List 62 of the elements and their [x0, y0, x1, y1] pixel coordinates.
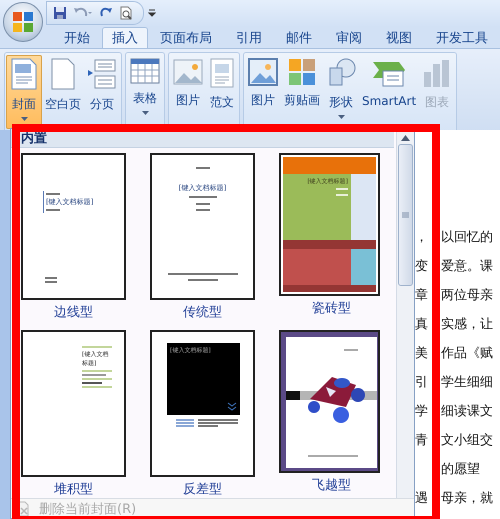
document-text: 变 — [415, 258, 429, 276]
document-text: 青 — [415, 432, 429, 450]
picture-icon — [248, 58, 278, 86]
document-text: 学生细细 — [441, 374, 493, 392]
ribbon-tab[interactable]: 引用 — [224, 27, 274, 48]
ribbon-button[interactable]: 形状 — [323, 55, 359, 129]
save-icon[interactable] — [53, 6, 67, 20]
clip-art-icon — [288, 58, 316, 86]
ribbon-tab[interactable]: 开发工具 — [424, 27, 500, 48]
ribbon-button[interactable]: 范文 — [206, 55, 238, 129]
document-text: 真 — [415, 316, 429, 334]
document-text: 学 — [415, 403, 429, 421]
office-logo-icon — [12, 11, 34, 33]
gallery-item-label: 堆积型 — [53, 481, 94, 498]
document-text: 章 — [415, 287, 429, 305]
page-break-icon — [87, 58, 117, 90]
chevron-icon — [227, 402, 237, 412]
print-preview-icon[interactable] — [119, 6, 133, 20]
document-text: 以回忆的 — [441, 229, 493, 247]
document-text: 遇 — [415, 490, 429, 508]
document-text: 的愿望 — [441, 461, 480, 479]
ribbon-button[interactable]: 封面 — [6, 55, 42, 129]
document-text: 引 — [415, 374, 429, 392]
document-text: 爱意。课 — [441, 258, 493, 276]
document-picture-icon — [209, 58, 235, 88]
document-text: 作品《赋 — [441, 345, 493, 363]
gallery-item[interactable]: 飞越型 — [279, 330, 397, 498]
gallery-item-label: 边线型 — [53, 304, 94, 321]
ribbon-tab[interactable]: 审阅 — [324, 27, 374, 48]
document-text: ， — [415, 229, 429, 247]
gallery-item-label: 传统型 — [182, 304, 223, 321]
ribbon-tab[interactable]: 邮件 — [274, 27, 324, 48]
document-text: 美 — [415, 345, 429, 363]
document-text: 实感，让 — [441, 316, 493, 334]
ribbon-button[interactable]: 图片 — [170, 55, 206, 129]
document-text: 两位母亲 — [441, 287, 493, 305]
cover-page-icon — [9, 58, 39, 90]
scroll-thumb[interactable] — [398, 144, 413, 286]
ribbon-tab[interactable]: 插入 — [102, 27, 148, 48]
scroll-up-icon[interactable] — [401, 135, 410, 141]
blank-page-icon — [50, 58, 76, 90]
picture-icon — [173, 58, 203, 86]
ribbon-button[interactable]: 图片 — [245, 55, 281, 129]
ribbon-tab[interactable]: 开始 — [52, 27, 102, 48]
gallery-item-label: 瓷砖型 — [311, 300, 352, 317]
ribbon-tab[interactable]: 视图 — [374, 27, 424, 48]
gallery-item-label: 反差型 — [182, 481, 223, 498]
ribbon-button[interactable]: 分页 — [84, 55, 120, 129]
document-text: 细读课文 — [441, 403, 493, 421]
gallery-item-label: 飞越型 — [311, 477, 352, 494]
ribbon-button[interactable]: 空白页 — [42, 55, 84, 129]
scrollbar[interactable] — [396, 132, 414, 498]
menu-item-label: 删除当前封面(R) — [39, 500, 136, 518]
ribbon-button[interactable]: 表格 — [127, 55, 163, 129]
ribbon-button[interactable]: SmartArt — [359, 55, 420, 129]
customize-menu-icon[interactable] — [148, 8, 156, 18]
document-text: 母亲，就 — [441, 490, 493, 508]
ribbon-button[interactable]: 剪贴画 — [281, 55, 323, 129]
ribbon-tab[interactable]: 页面布局 — [148, 27, 224, 48]
document-text: 文小组交 — [441, 432, 493, 450]
table-icon — [130, 58, 160, 84]
grip-icon — [402, 212, 409, 218]
